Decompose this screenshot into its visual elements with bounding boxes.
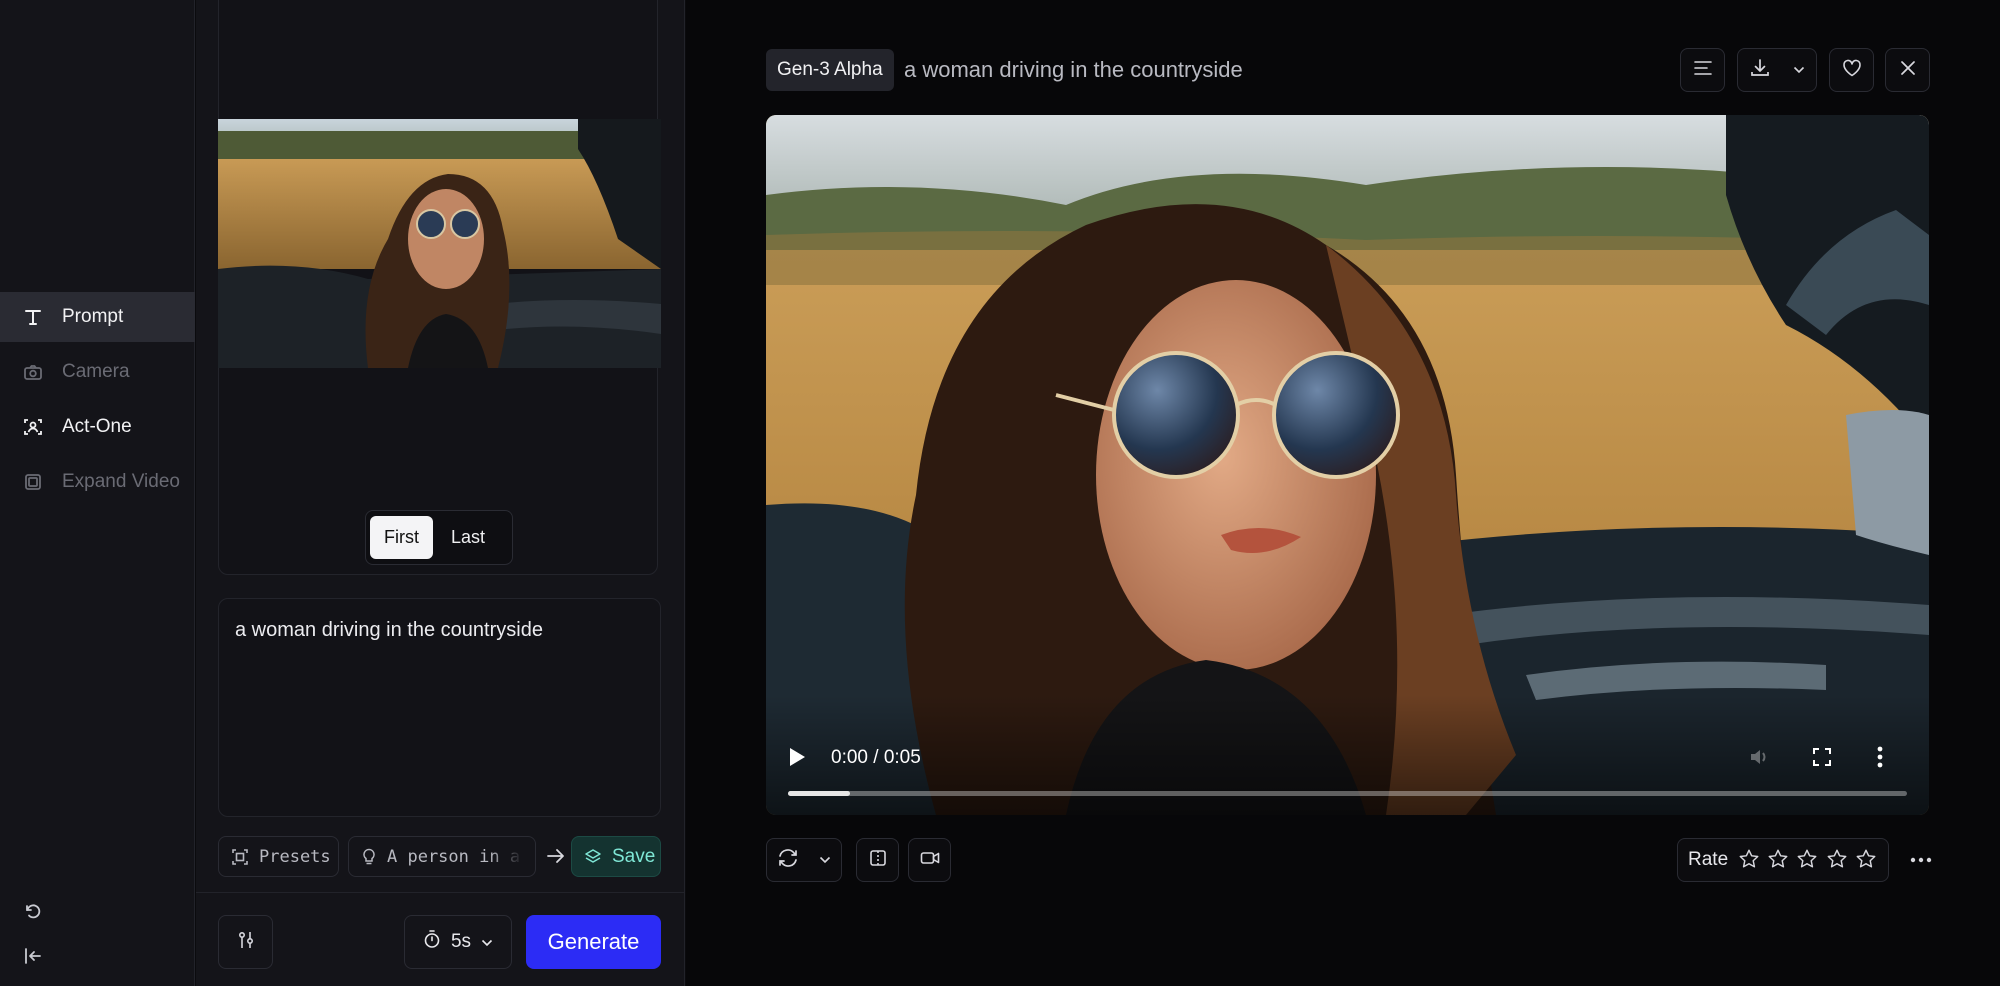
last-frame-tab[interactable]: Last — [437, 516, 499, 559]
nav-item-label: Expand Video — [62, 471, 180, 492]
download-button[interactable] — [1737, 48, 1817, 92]
details-button[interactable] — [1680, 48, 1725, 92]
settings-sliders-button[interactable] — [218, 915, 273, 969]
star-icon[interactable] — [1796, 848, 1819, 872]
video-progress-bar[interactable] — [788, 791, 1907, 796]
close-button[interactable] — [1885, 48, 1930, 92]
next-idea-arrow-icon[interactable] — [544, 842, 568, 870]
expand-frame-icon — [22, 471, 44, 493]
video-camera-button[interactable] — [908, 838, 951, 882]
chevron-down-icon[interactable] — [819, 851, 831, 869]
extend-frame-button[interactable] — [856, 838, 899, 882]
nav-item-label: Camera — [62, 361, 130, 382]
generation-panel: First Last a woman driving in the countr… — [196, 0, 685, 986]
download-icon — [1750, 58, 1770, 83]
chevron-down-icon — [481, 931, 493, 953]
text-align-icon — [1693, 60, 1712, 81]
presets-button[interactable]: Presets — [218, 836, 339, 877]
star-icon[interactable] — [1826, 848, 1849, 872]
save-prompt-button[interactable]: Save — [571, 836, 661, 877]
refresh-icon — [777, 848, 799, 873]
prompt-text: a woman driving in the countryside — [235, 619, 543, 641]
undo-icon[interactable] — [22, 900, 44, 922]
duration-select[interactable]: 5s — [404, 915, 512, 969]
camera-icon — [22, 361, 44, 383]
favorite-button[interactable] — [1829, 48, 1874, 92]
chevron-down-icon[interactable] — [1793, 61, 1805, 79]
split-frame-icon — [869, 849, 887, 872]
video-viewer: Gen-3 Alpha a woman driving in the count… — [686, 0, 2000, 986]
rate-label: Rate — [1688, 849, 1729, 870]
nav-item-camera[interactable]: Camera — [0, 347, 195, 397]
app: Prompt Camera Act-One Expand Video First… — [0, 0, 2000, 986]
video-camera-icon — [920, 850, 940, 871]
collapse-sidebar-icon[interactable] — [22, 945, 44, 967]
star-icon[interactable] — [1738, 848, 1761, 872]
prompt-idea-button[interactable]: A person in a c — [348, 836, 536, 877]
video-frame — [766, 115, 1929, 815]
tool-sidebar: Prompt Camera Act-One Expand Video — [0, 0, 195, 986]
nav-item-label: Act-One — [62, 416, 132, 437]
more-options-icon[interactable] — [1866, 743, 1894, 771]
heart-icon — [1842, 59, 1862, 82]
nav-item-act-one[interactable]: Act-One — [0, 402, 195, 452]
video-time: 0:00 / 0:05 — [831, 747, 921, 768]
presets-icon — [231, 848, 249, 866]
star-icon[interactable] — [1855, 848, 1878, 872]
rating-control: Rate — [1677, 838, 1889, 882]
volume-icon[interactable] — [1746, 743, 1774, 771]
lightbulb-icon — [361, 848, 377, 866]
model-badge: Gen-3 Alpha — [766, 49, 894, 91]
presets-label: Presets — [259, 846, 331, 867]
prompt-idea-text: A person in a c — [387, 846, 523, 867]
video-player[interactable]: 0:00 / 0:05 — [766, 115, 1929, 815]
first-last-toggle: First Last — [365, 510, 513, 565]
more-horizontal-icon[interactable] — [1908, 848, 1934, 872]
nav-item-expand-video[interactable]: Expand Video — [0, 457, 195, 507]
stopwatch-icon — [423, 929, 441, 955]
nav-item-prompt[interactable]: Prompt — [0, 292, 195, 342]
text-icon — [22, 306, 44, 328]
nav-item-label: Prompt — [62, 306, 124, 327]
sliders-icon — [236, 930, 256, 955]
save-label: Save — [612, 845, 656, 867]
video-progress-fill — [788, 791, 850, 796]
play-icon[interactable] — [786, 745, 808, 769]
star-icon[interactable] — [1767, 848, 1790, 872]
video-title: a woman driving in the countryside — [904, 57, 1243, 82]
first-frame-tab[interactable]: First — [370, 516, 433, 559]
panel-divider — [196, 892, 685, 893]
prompt-input[interactable]: a woman driving in the countryside — [218, 598, 661, 817]
generate-button[interactable]: Generate — [526, 915, 661, 969]
video-controls: 0:00 / 0:05 — [766, 725, 1929, 815]
rerun-button[interactable] — [766, 838, 842, 882]
duration-value: 5s — [450, 931, 472, 952]
layers-icon — [584, 848, 602, 866]
fullscreen-icon[interactable] — [1808, 743, 1836, 771]
face-scan-icon — [22, 416, 44, 438]
close-icon — [1900, 60, 1916, 81]
first-frame-image[interactable] — [218, 119, 661, 368]
